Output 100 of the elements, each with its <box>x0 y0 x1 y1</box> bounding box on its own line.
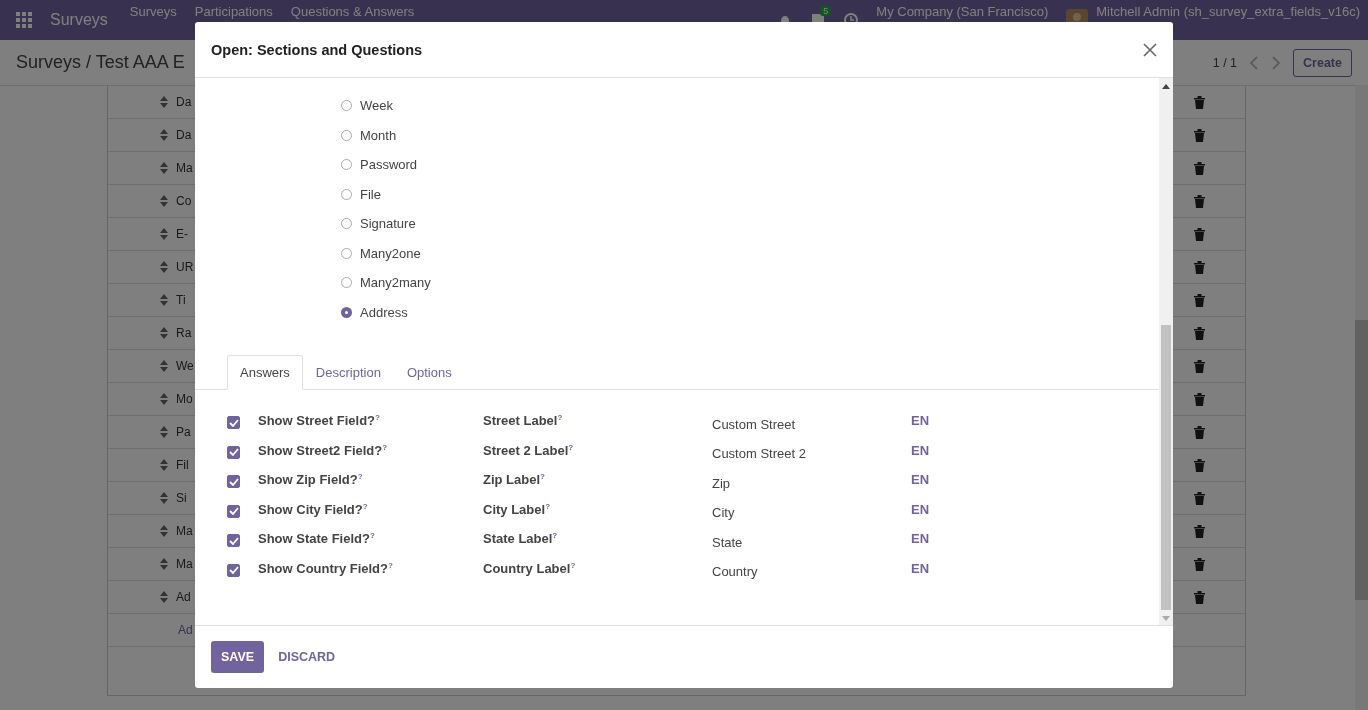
language-button[interactable]: EN <box>911 501 930 517</box>
checkbox[interactable] <box>227 475 240 489</box>
save-button[interactable]: SAVE <box>211 641 265 673</box>
trash-icon[interactable] <box>1194 227 1205 241</box>
question-title: Ad <box>176 590 191 604</box>
radio-label[interactable]: Address <box>360 304 408 320</box>
text-field[interactable]: State <box>712 534 911 550</box>
field-label: Street 2 Label$^{?}$ <box>483 442 575 458</box>
field-label: Zip Label$^{?}$ <box>483 472 546 488</box>
create-button[interactable]: Create <box>1293 48 1352 77</box>
question-title: Ti <box>176 293 186 307</box>
trash-icon[interactable] <box>1194 194 1205 208</box>
checkbox[interactable] <box>227 445 240 459</box>
drag-handle-icon[interactable] <box>160 162 168 174</box>
drag-handle-icon[interactable] <box>160 525 168 537</box>
app-title[interactable]: Surveys <box>50 11 108 29</box>
drag-handle-icon[interactable] <box>160 261 168 273</box>
language-button[interactable]: EN <box>911 472 930 488</box>
trash-icon[interactable] <box>1194 590 1205 604</box>
field-label: Show Street2 Field?$^{?}$ <box>258 442 389 458</box>
discard-button[interactable]: DISCARD <box>270 641 344 673</box>
radio-label[interactable]: File <box>360 186 381 202</box>
language-button[interactable]: EN <box>911 413 930 429</box>
language-button[interactable]: EN <box>911 531 930 547</box>
trash-icon[interactable] <box>1194 293 1205 307</box>
drag-handle-icon[interactable] <box>160 96 168 108</box>
drag-handle-icon[interactable] <box>160 327 168 339</box>
trash-icon[interactable] <box>1194 458 1205 472</box>
text-field[interactable]: Zip <box>712 475 911 491</box>
menu-item[interactable]: Participations <box>194 5 273 19</box>
field-label: City Label$^{?}$ <box>483 501 551 517</box>
drag-handle-icon[interactable] <box>160 591 168 603</box>
add-line-link[interactable]: Ad <box>178 623 193 637</box>
text-field[interactable]: City <box>712 505 911 521</box>
question-title: Pa <box>176 425 191 439</box>
drag-handle-icon[interactable] <box>160 426 168 438</box>
message-count: 5 <box>820 6 832 16</box>
checkbox[interactable] <box>227 416 240 430</box>
language-button[interactable]: EN <box>911 560 930 576</box>
question-title: E- <box>176 227 188 241</box>
question-title: Ma <box>176 557 193 571</box>
apps-grid-icon[interactable] <box>16 12 32 28</box>
menu-item[interactable]: Surveys <box>129 5 177 19</box>
radio-label[interactable]: Many2many <box>360 275 431 291</box>
trash-icon[interactable] <box>1194 359 1205 373</box>
checkbox[interactable] <box>227 563 240 577</box>
field-label: Show Street Field?$^{?}$ <box>258 413 381 429</box>
field-label: Country Label$^{?}$ <box>483 560 577 576</box>
tab[interactable]: Description <box>302 355 394 390</box>
text-field[interactable]: Custom Street 2 <box>712 446 911 462</box>
question-title: We <box>176 359 194 373</box>
drag-handle-icon[interactable] <box>160 492 168 504</box>
drag-handle-icon[interactable] <box>160 558 168 570</box>
trash-icon[interactable] <box>1194 491 1205 505</box>
radio-label[interactable]: Many2one <box>360 245 421 261</box>
menu-item[interactable]: Questions & Answers <box>290 5 415 19</box>
company-switcher[interactable]: My Company (San Francisco) <box>876 5 1049 19</box>
checkbox[interactable] <box>227 504 240 518</box>
drag-handle-icon[interactable] <box>160 360 168 372</box>
drag-handle-icon[interactable] <box>160 228 168 240</box>
field-label: Show City Field?$^{?}$ <box>258 501 369 517</box>
drag-handle-icon[interactable] <box>160 195 168 207</box>
radio-label[interactable]: Password <box>360 157 418 173</box>
pager-value: 1 / 1 <box>1212 55 1238 70</box>
radio-label[interactable]: Signature <box>360 216 416 232</box>
question-title: Mo <box>176 392 193 406</box>
scrollbar[interactable] <box>1355 85 1368 710</box>
trash-icon[interactable] <box>1194 524 1205 538</box>
scrollbar-thumb[interactable] <box>1161 325 1171 610</box>
drag-handle-icon[interactable] <box>160 459 168 471</box>
radio-button[interactable] <box>341 306 352 318</box>
question-title: Ra <box>176 326 192 340</box>
tab[interactable]: Options <box>393 355 465 390</box>
close-icon[interactable] <box>1143 42 1157 57</box>
user-menu[interactable]: Mitchell Admin (sh_survey_extra_fields_v16c) <box>1096 5 1360 19</box>
drag-handle-icon[interactable] <box>160 393 168 405</box>
breadcrumb: Surveys / Test AAA E <box>16 52 185 73</box>
tab[interactable]: Answers <box>227 355 303 390</box>
text-field[interactable]: Custom Street <box>712 416 911 432</box>
radio-label[interactable]: Month <box>360 127 397 143</box>
question-title: Da <box>176 128 192 142</box>
radio-label[interactable]: Week <box>360 98 393 114</box>
trash-icon[interactable] <box>1194 557 1205 571</box>
trash-icon[interactable] <box>1194 392 1205 406</box>
field-label: State Label$^{?}$ <box>483 531 559 547</box>
trash-icon[interactable] <box>1194 95 1205 109</box>
field-label: Show Zip Field?$^{?}$ <box>258 472 364 488</box>
scrollbar-thumb[interactable] <box>1355 320 1368 600</box>
drag-handle-icon[interactable] <box>160 129 168 141</box>
drag-handle-icon[interactable] <box>160 294 168 306</box>
question-title: Co <box>176 194 192 208</box>
trash-icon[interactable] <box>1194 128 1205 142</box>
trash-icon[interactable] <box>1194 161 1205 175</box>
trash-icon[interactable] <box>1194 425 1205 439</box>
text-field[interactable]: Country <box>712 564 911 580</box>
trash-icon[interactable] <box>1194 260 1205 274</box>
field-label: Street Label$^{?}$ <box>483 413 564 429</box>
trash-icon[interactable] <box>1194 326 1205 340</box>
language-button[interactable]: EN <box>911 442 930 458</box>
checkbox[interactable] <box>227 534 240 548</box>
